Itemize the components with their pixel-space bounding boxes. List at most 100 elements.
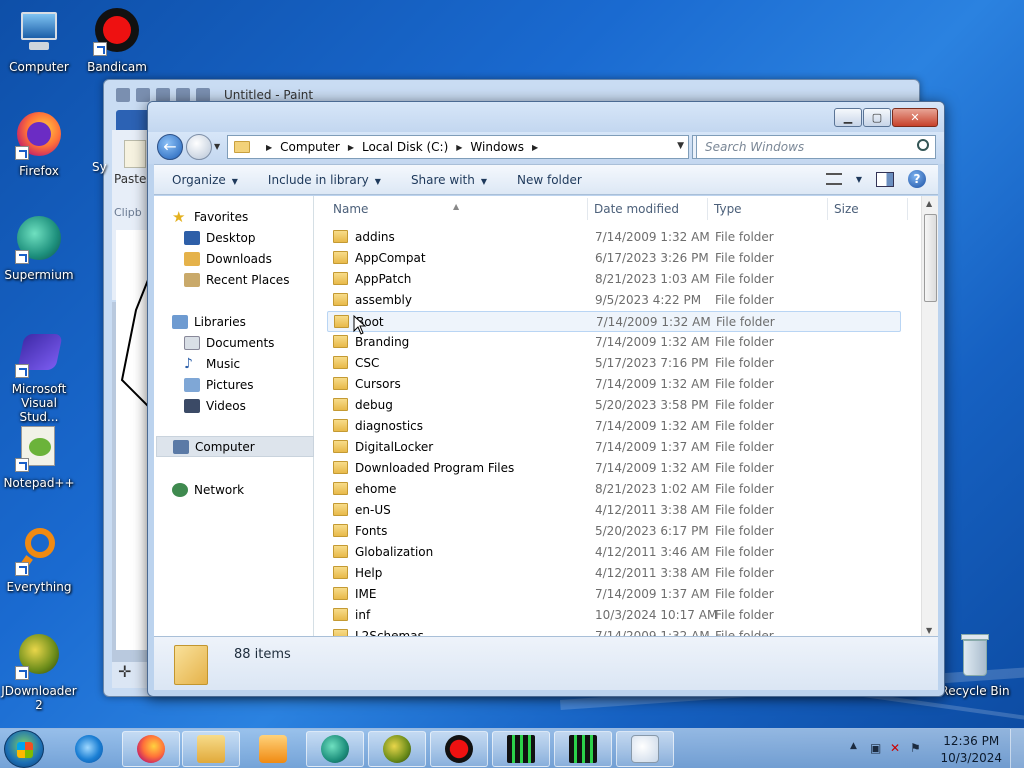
share-with-button[interactable]: Share with ▼ bbox=[411, 173, 487, 187]
clock-time: 12:36 PM bbox=[943, 734, 1000, 748]
taskbar-internet-explorer[interactable] bbox=[60, 731, 118, 767]
table-row[interactable]: Globalization 4/12/2011 3:46 AM File folde… bbox=[327, 542, 901, 563]
search-icon[interactable] bbox=[917, 139, 929, 151]
include-in-library-button[interactable]: Include in library ▼ bbox=[268, 173, 381, 187]
desktop-icon-supermium[interactable]: Supermium bbox=[0, 216, 78, 282]
help-icon[interactable]: ? bbox=[908, 170, 926, 188]
table-row[interactable]: CSC 5/17/2023 7:16 PM File folder bbox=[327, 353, 901, 374]
taskbar-supermium[interactable] bbox=[306, 731, 364, 767]
organize-button[interactable]: Organize ▼ bbox=[172, 173, 238, 187]
libraries-icon bbox=[172, 314, 188, 329]
forward-button[interactable] bbox=[186, 134, 212, 160]
chevron-right-icon[interactable]: ▶ bbox=[456, 143, 462, 152]
table-row[interactable]: assembly 9/5/2023 4:22 PM File folder bbox=[327, 290, 901, 311]
minimize-button[interactable]: ▁ bbox=[834, 108, 862, 127]
desktop-icon-recycle-bin[interactable]: Recycle Bin bbox=[936, 632, 1014, 698]
table-row[interactable]: DigitalLocker 7/14/2009 1:37 AM File folde… bbox=[327, 437, 901, 458]
column-type[interactable]: Type bbox=[714, 202, 742, 216]
table-row[interactable]: ehome 8/21/2023 1:02 AM File folder bbox=[327, 479, 901, 500]
scrollbar-thumb[interactable] bbox=[924, 214, 937, 302]
file-type: File folder bbox=[715, 440, 774, 454]
volume-muted-icon[interactable]: ✕ bbox=[890, 741, 900, 755]
taskbar-paint[interactable] bbox=[616, 731, 674, 767]
view-options-icon[interactable] bbox=[825, 173, 842, 185]
desktop-icon-notepadpp[interactable]: Notepad++ bbox=[0, 424, 78, 490]
taskbar-jdownloader[interactable] bbox=[368, 731, 426, 767]
nav-computer[interactable]: Computer bbox=[156, 436, 314, 457]
computer-icon bbox=[173, 439, 189, 454]
chevron-right-icon[interactable]: ▶ bbox=[266, 143, 272, 152]
taskbar-windows-explorer[interactable] bbox=[182, 731, 240, 767]
breadcrumb-windows[interactable]: Windows bbox=[470, 140, 524, 154]
taskbar-media-player[interactable] bbox=[244, 731, 302, 767]
taskbar-firefox[interactable] bbox=[122, 731, 180, 767]
back-button[interactable]: ← bbox=[157, 134, 183, 160]
table-row[interactable]: diagnostics 7/14/2009 1:32 AM File folder bbox=[327, 416, 901, 437]
videos-icon bbox=[184, 398, 200, 413]
explorer-titlebar[interactable]: ▁ ▢ ✕ bbox=[148, 102, 944, 132]
new-folder-button[interactable]: New folder bbox=[517, 173, 582, 187]
table-row[interactable]: Help 4/12/2011 3:38 AM File folder bbox=[327, 563, 901, 584]
chevron-right-icon[interactable]: ▶ bbox=[348, 143, 354, 152]
table-row[interactable]: Cursors 7/14/2009 1:32 AM File folder bbox=[327, 374, 901, 395]
column-size[interactable]: Size bbox=[834, 202, 859, 216]
clock[interactable]: 12:36 PM 10/3/2024 bbox=[940, 733, 1002, 767]
desktop-icon-jdownloader[interactable]: JDownloader 2 bbox=[0, 632, 78, 712]
column-date-modified[interactable]: Date modified bbox=[594, 202, 679, 216]
maximize-button[interactable]: ▢ bbox=[863, 108, 891, 127]
table-row[interactable]: IME 7/14/2009 1:37 AM File folder bbox=[327, 584, 901, 605]
desktop-icon-everything[interactable]: Everything bbox=[0, 528, 78, 594]
file-type: File folder bbox=[715, 545, 774, 559]
recent-pages-dropdown[interactable]: ▼ bbox=[214, 142, 220, 151]
table-row[interactable]: en-US 4/12/2011 3:38 AM File folder bbox=[327, 500, 901, 521]
scroll-down-icon[interactable]: ▼ bbox=[926, 626, 932, 635]
paste-icon[interactable] bbox=[124, 140, 146, 168]
file-list[interactable]: Name ▲ Date modified Type Size addins 7/1… bbox=[315, 196, 920, 638]
show-hidden-icons[interactable]: ▲ bbox=[850, 741, 857, 751]
action-center-icon[interactable]: ⚑ bbox=[910, 741, 921, 755]
desktop-icon-visual-studio[interactable]: Microsoft Visual Stud... bbox=[0, 330, 78, 424]
address-bar[interactable]: ▶ Computer ▶ Local Disk (C:) ▶ Windows ▶… bbox=[227, 135, 689, 159]
firefox-icon bbox=[15, 112, 63, 160]
file-date: 7/14/2009 1:32 AM bbox=[595, 335, 710, 349]
table-row[interactable]: inf 10/3/2024 10:17 AM File folder bbox=[327, 605, 901, 626]
file-date: 7/14/2009 1:32 AM bbox=[596, 315, 711, 329]
table-row[interactable]: addins 7/14/2009 1:32 AM File folder bbox=[327, 227, 901, 248]
equalizer-icon bbox=[507, 735, 535, 763]
vertical-scrollbar[interactable]: ▲ ▼ bbox=[921, 196, 938, 638]
preview-pane-icon[interactable] bbox=[876, 171, 894, 187]
table-row[interactable]: Branding 7/14/2009 1:32 AM File folder bbox=[327, 332, 901, 353]
search-input[interactable]: Search Windows bbox=[696, 135, 936, 159]
nav-network[interactable]: Network bbox=[172, 479, 330, 500]
file-date: 7/14/2009 1:37 AM bbox=[595, 587, 710, 601]
network-tray-icon[interactable]: ▣ bbox=[870, 741, 881, 755]
explorer-window[interactable]: ▁ ▢ ✕ ← ▼ ▶ Computer ▶ Local Disk (C:) ▶… bbox=[147, 101, 945, 697]
breadcrumb-local-disk[interactable]: Local Disk (C:) bbox=[362, 140, 448, 154]
table-row[interactable]: Fonts 5/20/2023 6:17 PM File folder bbox=[327, 521, 901, 542]
table-row[interactable]: Downloaded Program Files 7/14/2009 1:32 A… bbox=[327, 458, 901, 479]
column-name[interactable]: Name bbox=[333, 202, 368, 216]
table-row[interactable]: debug 5/20/2023 3:58 PM File folder bbox=[327, 395, 901, 416]
folder-icon bbox=[333, 587, 348, 600]
breadcrumb-computer[interactable]: Computer bbox=[280, 140, 340, 154]
taskbar-app-1[interactable] bbox=[492, 731, 550, 767]
taskbar-bandicam[interactable] bbox=[430, 731, 488, 767]
scroll-up-icon[interactable]: ▲ bbox=[926, 199, 932, 208]
table-row[interactable]: AppPatch 8/21/2023 1:03 AM File folder bbox=[327, 269, 901, 290]
table-row[interactable]: AppCompat 6/17/2023 3:26 PM File folder bbox=[327, 248, 901, 269]
desktop-icon-firefox[interactable]: Firefox bbox=[0, 112, 78, 178]
chevron-down-icon[interactable]: ▼ bbox=[856, 175, 862, 184]
close-button[interactable]: ✕ bbox=[892, 108, 938, 127]
table-row[interactable]: Boot 7/14/2009 1:32 AM File folder bbox=[327, 311, 901, 332]
show-desktop-button[interactable] bbox=[1010, 729, 1024, 768]
start-button[interactable] bbox=[4, 730, 44, 768]
address-dropdown[interactable]: ▼ bbox=[677, 141, 684, 151]
nav-libraries[interactable]: Libraries bbox=[172, 311, 330, 332]
chevron-right-icon[interactable]: ▶ bbox=[532, 143, 538, 152]
desktop-icon-computer[interactable]: Computer bbox=[0, 8, 78, 74]
file-type: File folder bbox=[715, 251, 774, 265]
taskbar-app-2[interactable] bbox=[554, 731, 612, 767]
desktop-icon-bandicam[interactable]: Bandicam bbox=[78, 8, 156, 74]
nav-favorites[interactable]: ★ Favorites bbox=[172, 206, 330, 227]
file-type: File folder bbox=[715, 398, 774, 412]
